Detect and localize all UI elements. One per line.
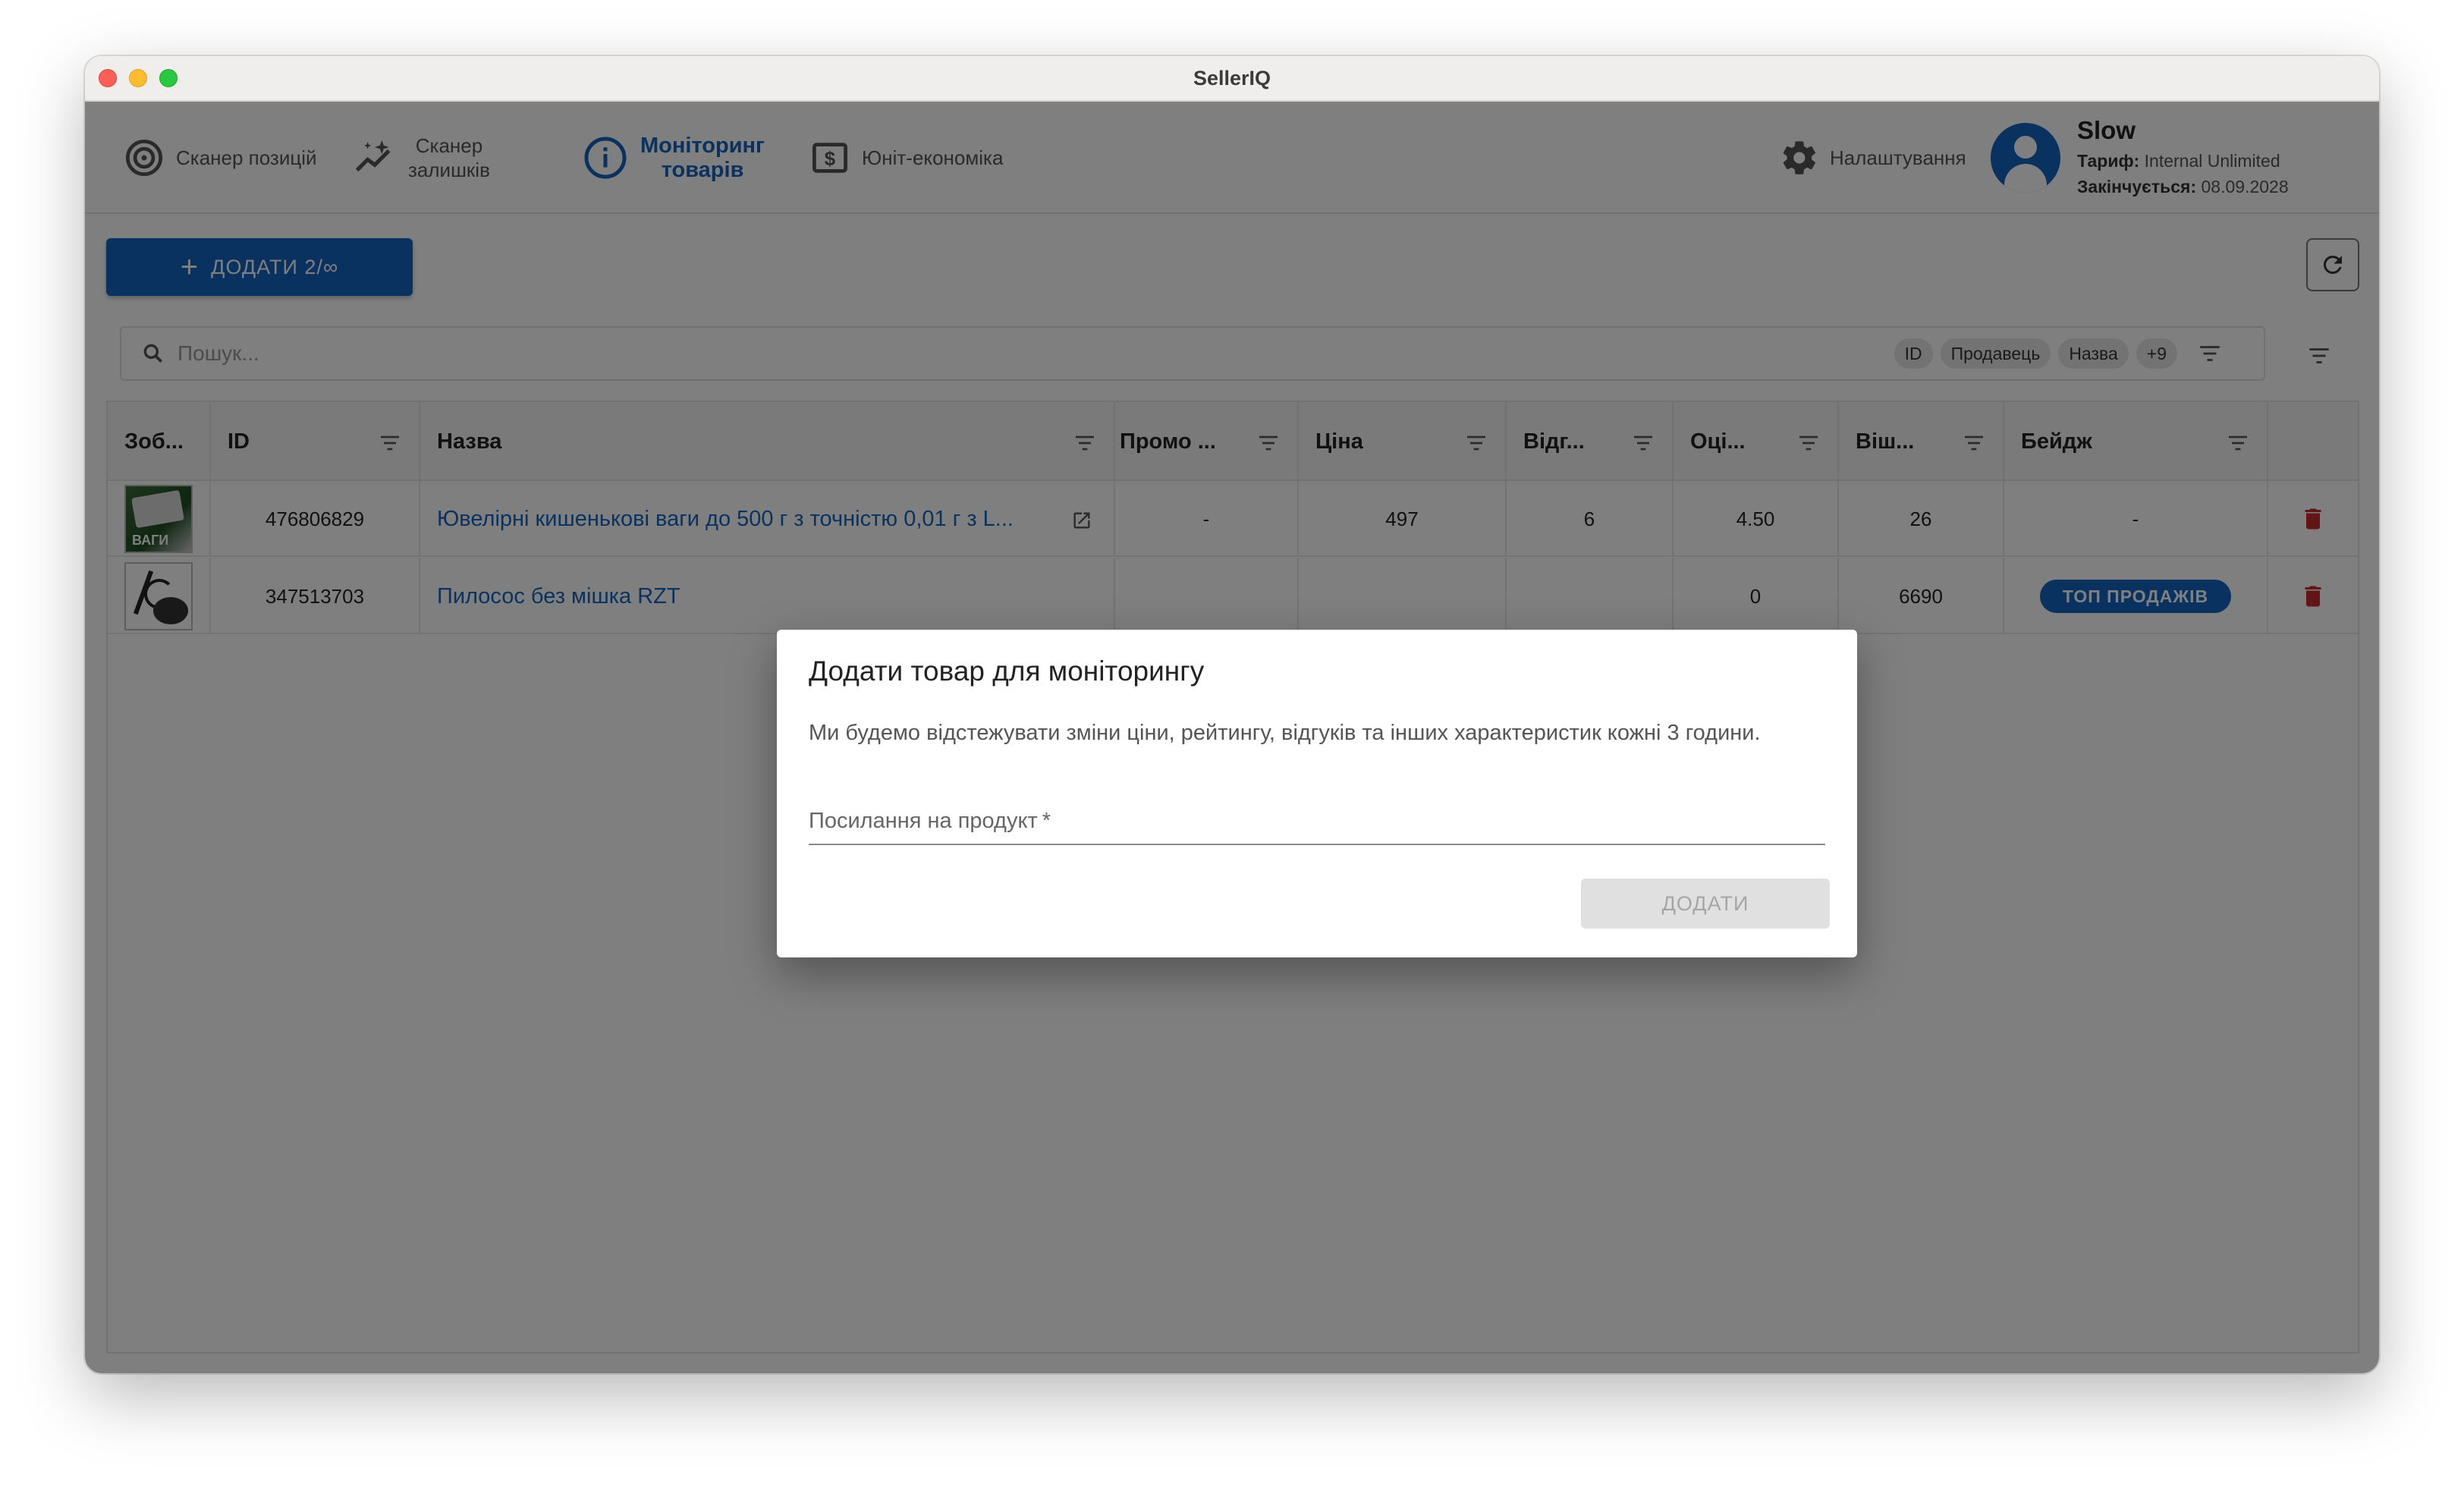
product-link-field[interactable]: Посилання на продукт * bbox=[809, 798, 1825, 845]
dialog-description: Ми будемо відстежувати зміни ціни, рейти… bbox=[809, 721, 1761, 745]
window-title: SellerIQ bbox=[1193, 67, 1271, 90]
app-window: SellerIQ Сканер позицій Сканерзалишків М… bbox=[85, 56, 2379, 1373]
dialog-submit-button[interactable]: ДОДАТИ bbox=[1581, 879, 1830, 929]
dialog-title: Додати товар для моніторингу bbox=[809, 655, 1205, 687]
title-bar: SellerIQ bbox=[85, 56, 2379, 102]
add-product-dialog: Додати товар для моніторингу Ми будемо в… bbox=[777, 630, 1857, 957]
product-link-label: Посилання на продукт * bbox=[809, 809, 1051, 833]
